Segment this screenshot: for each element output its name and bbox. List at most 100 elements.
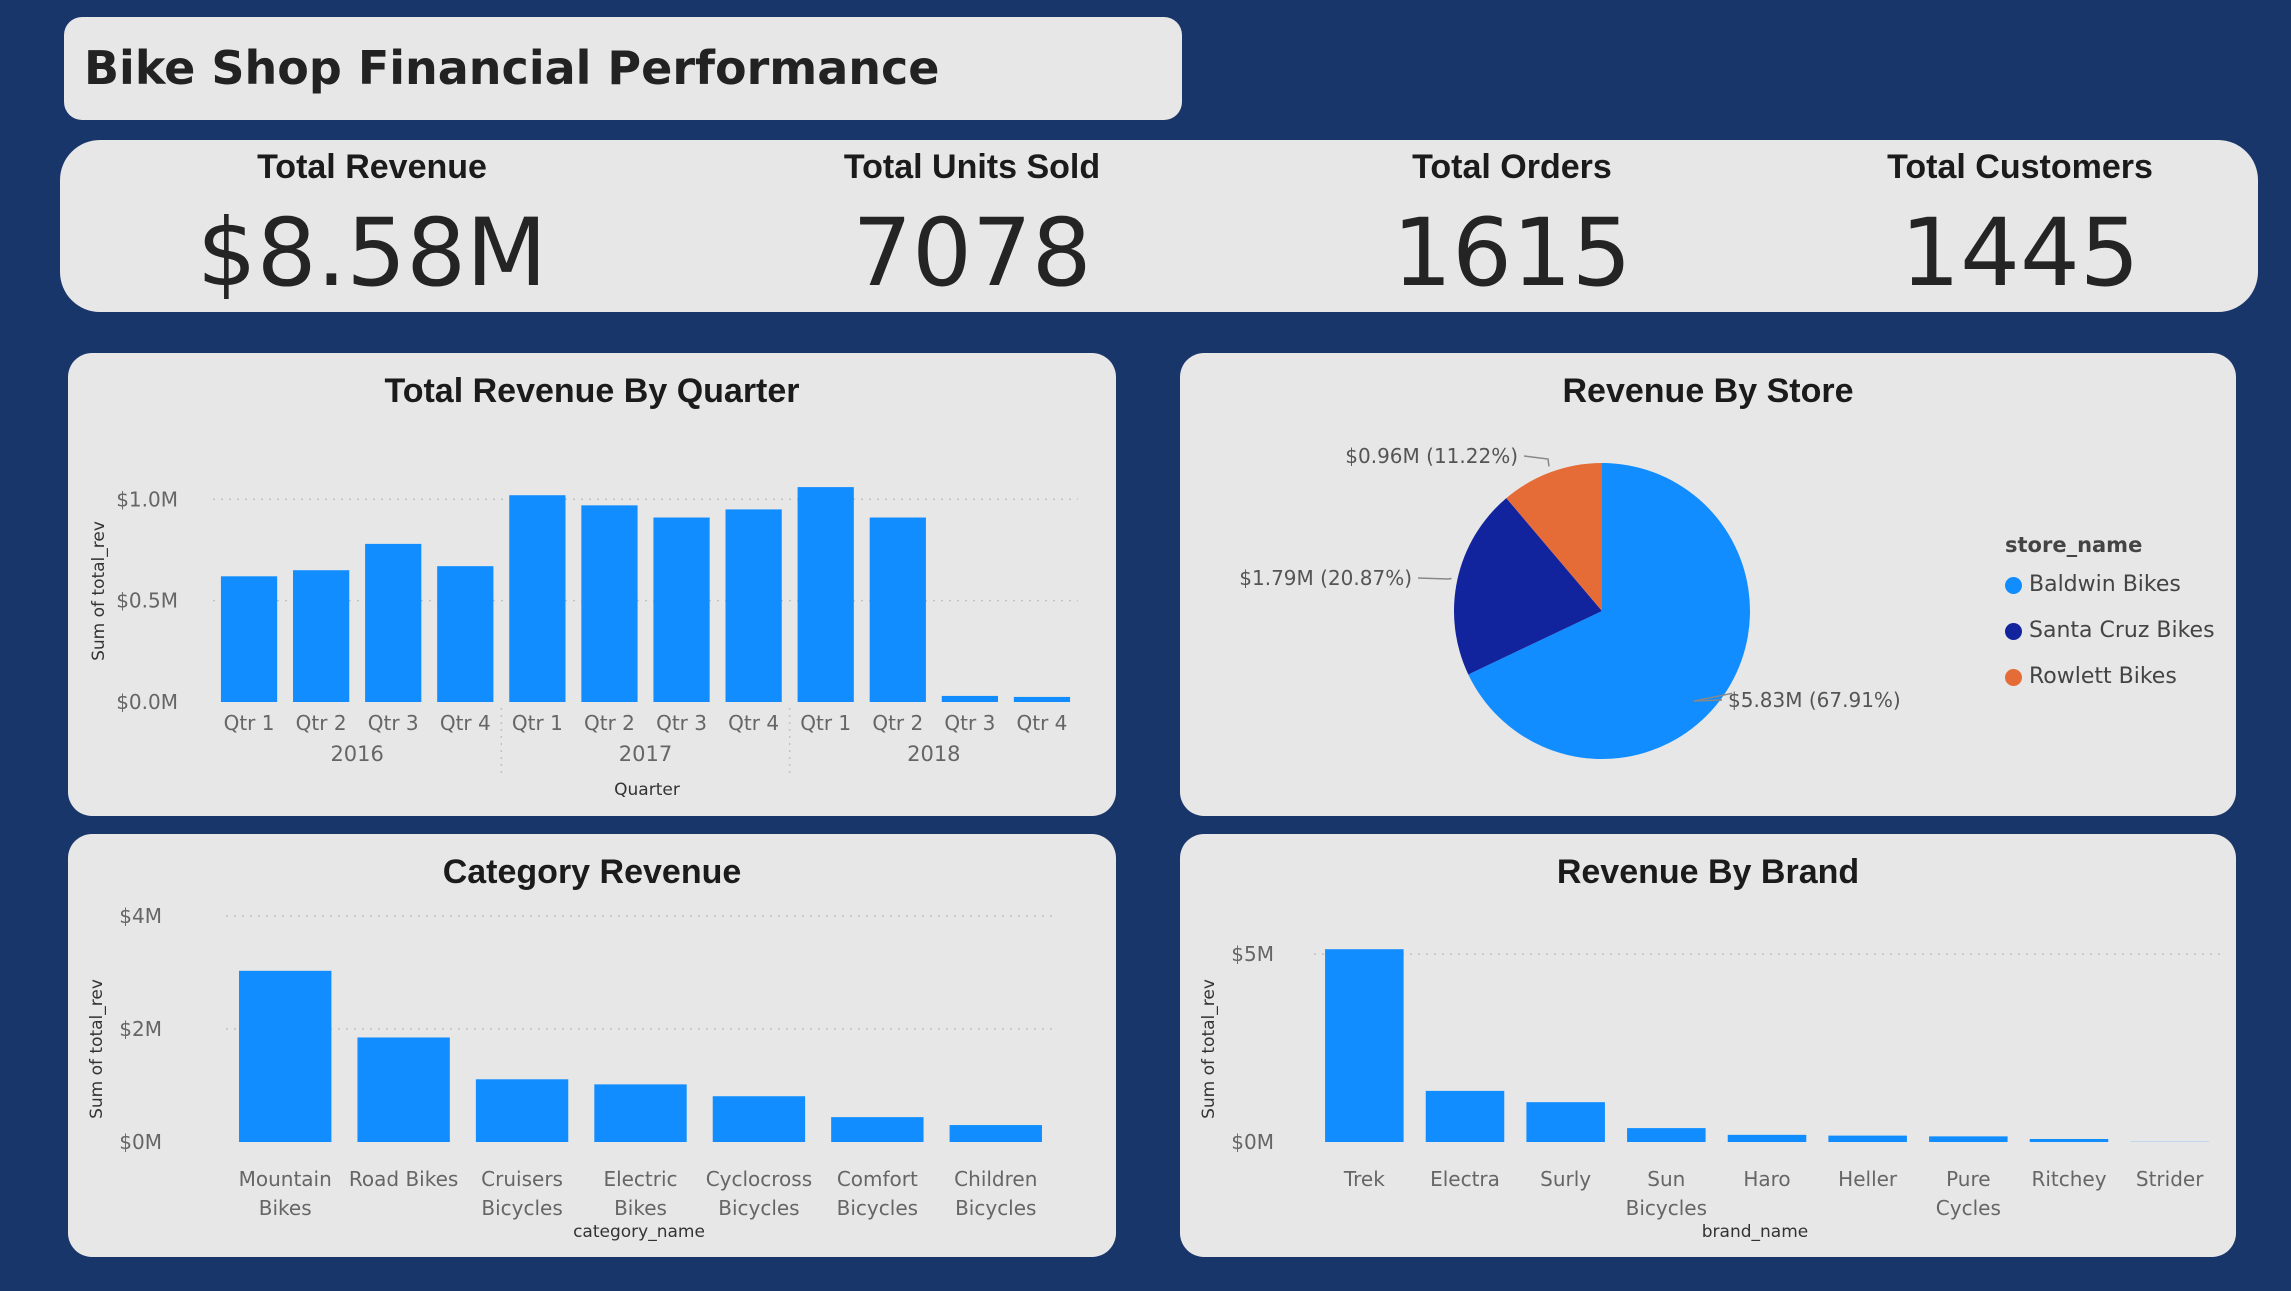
bar <box>1929 1136 2008 1142</box>
legend-item-rowlett-bikes[interactable]: Rowlett Bikes <box>2005 654 2215 700</box>
revenue-by-quarter-chart[interactable]: $0.0M $0.5M $1.0M Sum of total_rev Qtr 1 Qtr … <box>68 353 1116 816</box>
x-tick-label: Surly <box>1540 1167 1591 1191</box>
kpi-strip: Total Revenue $8.58M Total Units Sold 70… <box>60 140 2258 312</box>
chart-title: Total Revenue By Quarter <box>384 372 800 410</box>
y-tick-label: $0.5M <box>116 589 178 613</box>
x-tick-label: Electric <box>603 1167 677 1191</box>
x-axis-title: Quarter <box>614 780 680 800</box>
legend-item-baldwin-bikes[interactable]: Baldwin Bikes <box>2005 562 2215 608</box>
x-tick-label: Ritchey <box>2031 1167 2106 1191</box>
y-tick-label: $1.0M <box>116 487 178 511</box>
kpi-value: 1445 <box>1900 199 2140 308</box>
bar <box>941 695 998 702</box>
y-tick-label: $0M <box>1231 1130 1274 1154</box>
y-tick-label: $5M <box>1231 942 1274 966</box>
x-tick-label: Qtr 1 <box>512 711 563 735</box>
y-tick-label: $0M <box>119 1130 162 1154</box>
x-group-label: 2017 <box>619 742 672 766</box>
y-axis-title: Sum of total_rev <box>87 979 107 1119</box>
kpi-value: $8.58M <box>196 199 548 308</box>
bar <box>2029 1138 2109 1142</box>
bar <box>831 1117 924 1142</box>
x-tick-label: Bicycles <box>837 1196 918 1220</box>
x-tick-label: Trek <box>1343 1167 1385 1191</box>
bar <box>239 970 332 1142</box>
revenue-by-store-chart[interactable]: $5.83M (67.91%) $1.79M (20.87%) $0.96M (11… <box>1180 353 2236 816</box>
x-tick-label: Haro <box>1743 1167 1790 1191</box>
x-tick-label: Qtr 2 <box>872 711 923 735</box>
bar <box>725 509 782 702</box>
x-tick-label: Qtr 3 <box>656 711 707 735</box>
chart-title: Category Revenue <box>442 853 742 891</box>
leader-line <box>1523 455 1550 467</box>
x-tick-label: Comfort <box>837 1167 918 1191</box>
bar <box>293 570 350 702</box>
kpi-value: 7078 <box>852 199 1092 308</box>
bar <box>1013 696 1071 702</box>
x-tick-label: Bicycles <box>955 1196 1036 1220</box>
bar <box>797 487 854 702</box>
legend-swatch <box>2005 669 2022 686</box>
category-chart-svg: $0M $2M $4M Sum of total_rev Mountain Bikes Ro… <box>87 904 1055 1242</box>
x-tick-label: Sun <box>1647 1167 1685 1191</box>
bar <box>220 576 278 702</box>
x-tick-label: Bicycles <box>481 1196 562 1220</box>
x-group-label: 2016 <box>330 742 383 766</box>
slice-data-label: $1.79M (20.87%) <box>1239 566 1412 590</box>
x-tick-label: Children <box>954 1167 1037 1191</box>
x-group-label: 2018 <box>907 742 960 766</box>
bar <box>437 566 494 702</box>
kpi-label: Total Customers <box>1887 148 2153 186</box>
slice-data-label: $0.96M (11.22%) <box>1345 444 1518 468</box>
bar <box>581 505 638 702</box>
bar <box>949 1125 1042 1142</box>
legend-item-santa-cruz-bikes[interactable]: Santa Cruz Bikes <box>2005 608 2215 654</box>
kpi-card-total-orders[interactable]: Total Orders 1615 <box>1282 140 1742 312</box>
bar <box>1425 1090 1505 1142</box>
x-tick-label: Strider <box>2136 1167 2204 1191</box>
legend-label: Baldwin Bikes <box>2029 572 2181 597</box>
bar <box>869 517 926 702</box>
x-tick-label: Cyclocross <box>706 1167 812 1191</box>
x-tick-label: Bikes <box>614 1196 667 1220</box>
x-tick-label: Qtr 3 <box>368 711 419 735</box>
chart-title: Revenue By Store <box>1562 372 1854 410</box>
x-tick-label: Qtr 4 <box>728 711 779 735</box>
x-tick-label: Mountain <box>239 1167 332 1191</box>
quarter-chart-svg: $0.0M $0.5M $1.0M Sum of total_rev Qtr 1 Qtr … <box>89 487 1078 800</box>
category-revenue-chart[interactable]: $0M $2M $4M Sum of total_rev Mountain Bikes Ro… <box>68 834 1116 1257</box>
title-banner: Bike Shop Financial Performance <box>64 17 1182 120</box>
bar <box>653 517 710 702</box>
x-tick-label: Qtr 2 <box>296 711 347 735</box>
bar <box>475 1079 569 1142</box>
bar <box>1627 1128 1706 1142</box>
x-tick-label: Qtr 2 <box>584 711 635 735</box>
x-tick-label: Pure <box>1946 1167 1990 1191</box>
x-tick-label: Cruisers <box>481 1167 563 1191</box>
kpi-card-total-customers[interactable]: Total Customers 1445 <box>1790 140 2250 312</box>
legend-swatch <box>2005 623 2022 640</box>
kpi-card-total-units-sold[interactable]: Total Units Sold 7078 <box>742 140 1202 312</box>
kpi-label: Total Revenue <box>257 148 487 186</box>
bar <box>712 1096 806 1142</box>
bar <box>1727 1134 1807 1142</box>
x-tick-label: Road Bikes <box>349 1167 458 1191</box>
x-tick-label: Bicycles <box>1626 1196 1707 1220</box>
x-axis-title: brand_name <box>1702 1222 1808 1242</box>
page-title: Bike Shop Financial Performance <box>84 41 940 95</box>
x-tick-label: Qtr 1 <box>800 711 851 735</box>
chart-title: Revenue By Brand <box>1556 853 1860 891</box>
y-axis-title: Sum of total_rev <box>89 521 109 661</box>
legend-label: Rowlett Bikes <box>2029 664 2177 689</box>
x-axis-title: category_name <box>573 1222 705 1242</box>
bar <box>594 1084 687 1142</box>
revenue-by-brand-chart[interactable]: $0M $5M Sum of total_rev Trek Electra Surly Su… <box>1180 834 2236 1257</box>
kpi-label: Total Units Sold <box>843 148 1101 186</box>
bar <box>1828 1135 1907 1142</box>
bar <box>509 495 566 702</box>
y-tick-label: $4M <box>119 904 162 928</box>
x-tick-label: Heller <box>1838 1167 1898 1191</box>
legend-title: store_name <box>2005 533 2143 557</box>
kpi-card-total-revenue[interactable]: Total Revenue $8.58M <box>142 140 602 312</box>
x-tick-label: Electra <box>1430 1167 1500 1191</box>
